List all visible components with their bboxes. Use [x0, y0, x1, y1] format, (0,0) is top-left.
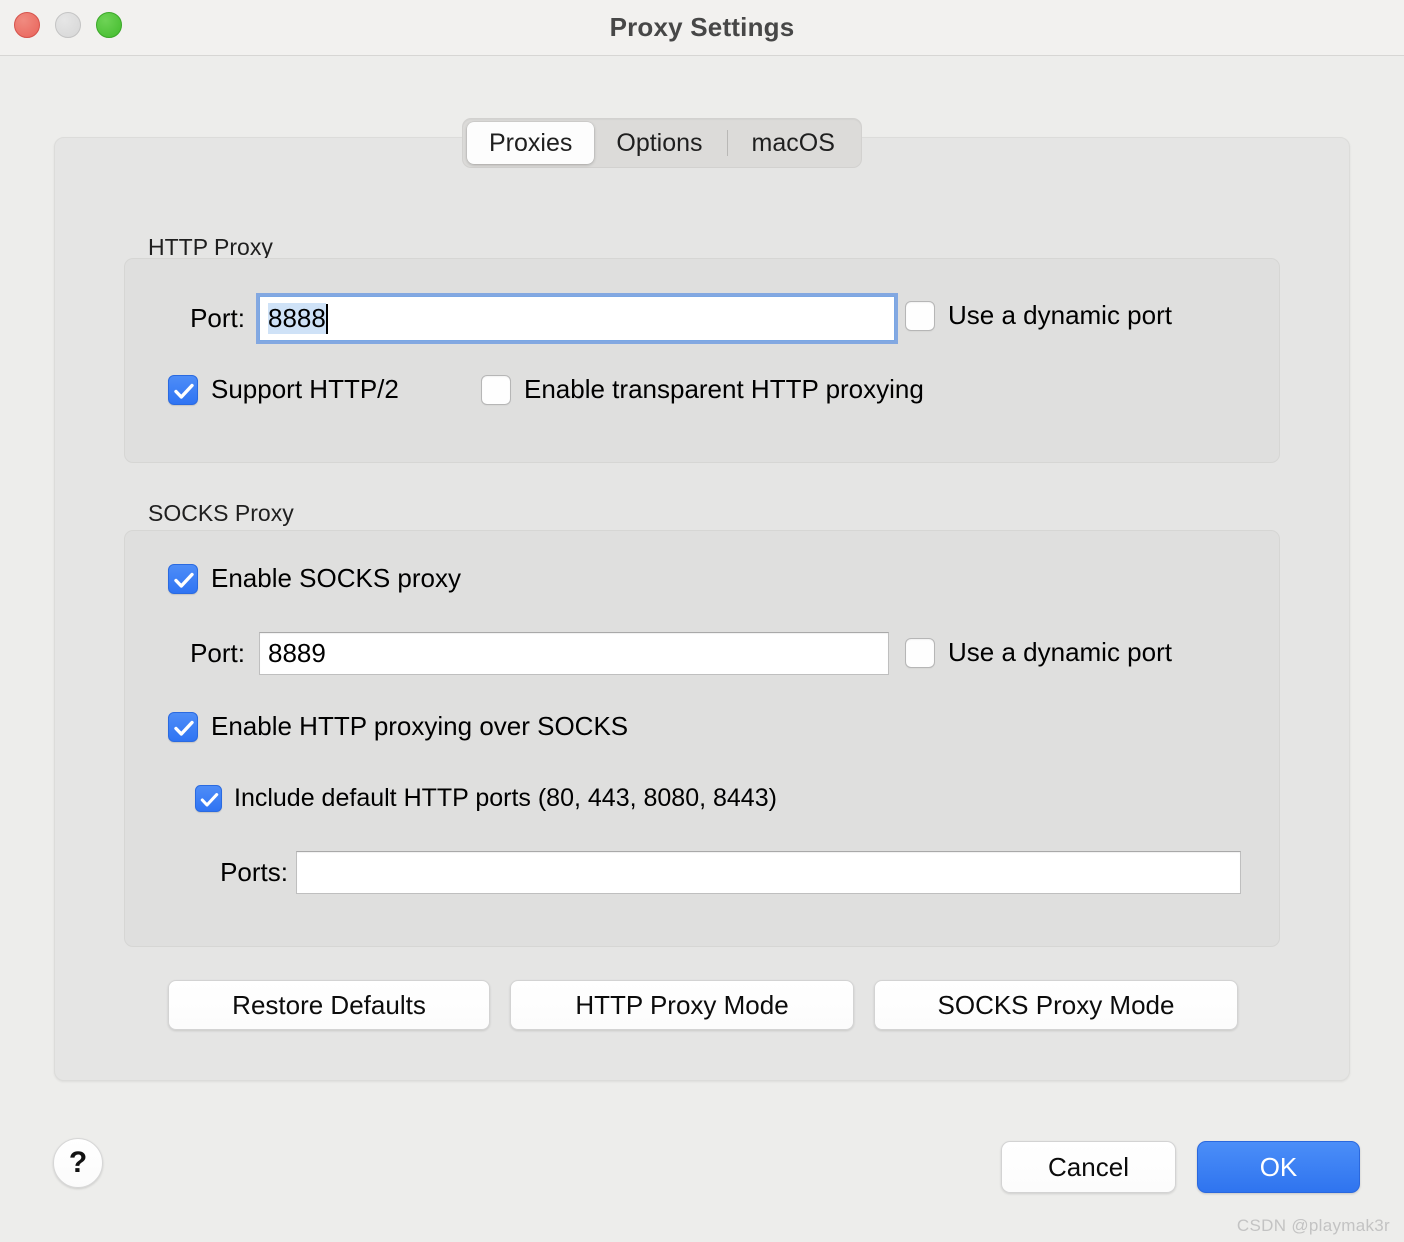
enable-socks-checkbox-row[interactable]: Enable SOCKS proxy	[168, 563, 461, 594]
http-over-socks-checkbox-row[interactable]: Enable HTTP proxying over SOCKS	[168, 711, 628, 742]
socks-dynamic-port-checkbox-row[interactable]: Use a dynamic port	[905, 637, 1172, 668]
socks-port-value: 8889	[268, 638, 326, 668]
http-over-socks-label: Enable HTTP proxying over SOCKS	[211, 711, 629, 741]
http-dynamic-port-label: Use a dynamic port	[948, 300, 1172, 330]
tab-separator	[726, 130, 728, 156]
enable-socks-checkbox[interactable]	[168, 563, 198, 594]
socks-ports-label: Ports:	[220, 857, 288, 887]
text-caret	[325, 303, 328, 334]
socks-proxy-group-label: SOCKS Proxy	[148, 500, 294, 526]
tab-options[interactable]: Options	[594, 122, 724, 164]
transparent-http-label: Enable transparent HTTP proxying	[524, 374, 924, 404]
checkmark-icon	[174, 572, 194, 588]
close-window-button[interactable]	[14, 12, 40, 38]
http-proxy-group-box	[124, 258, 1280, 463]
window-titlebar: Proxy Settings	[0, 0, 1404, 56]
http-port-label: Port:	[190, 303, 245, 333]
restore-defaults-button[interactable]: Restore Defaults	[168, 980, 490, 1030]
socks-port-label: Port:	[190, 638, 245, 668]
tab-segmented-control: Proxies Options macOS	[462, 118, 862, 168]
tab-proxies[interactable]: Proxies	[467, 122, 595, 164]
http-over-socks-checkbox[interactable]	[168, 711, 198, 742]
http-port-row: Port: 8888	[163, 296, 895, 341]
include-default-ports-checkbox-row[interactable]: Include default HTTP ports (80, 443, 808…	[195, 784, 777, 813]
http-port-input[interactable]: 8888	[259, 296, 895, 341]
transparent-http-checkbox[interactable]	[481, 374, 511, 405]
checkmark-icon	[174, 720, 194, 736]
window-title: Proxy Settings	[609, 12, 795, 42]
ok-button[interactable]: OK	[1197, 1141, 1360, 1193]
http-proxy-mode-button[interactable]: HTTP Proxy Mode	[510, 980, 854, 1030]
support-http2-checkbox[interactable]	[168, 374, 198, 405]
include-default-ports-label: Include default HTTP ports (80, 443, 808…	[234, 784, 777, 812]
enable-socks-label: Enable SOCKS proxy	[211, 563, 462, 593]
socks-port-row: Port: 8889	[163, 632, 889, 675]
include-default-ports-checkbox[interactable]	[195, 785, 222, 812]
socks-port-input[interactable]: 8889	[259, 632, 889, 675]
traffic-light-group	[14, 12, 122, 38]
minimize-window-button[interactable]	[55, 12, 81, 38]
cancel-button[interactable]: Cancel	[1001, 1141, 1176, 1193]
transparent-http-checkbox-row[interactable]: Enable transparent HTTP proxying	[481, 374, 924, 405]
support-http2-checkbox-row[interactable]: Support HTTP/2	[168, 374, 399, 405]
http-dynamic-port-checkbox[interactable]	[905, 300, 935, 331]
socks-ports-input[interactable]	[296, 851, 1241, 894]
socks-proxy-mode-button[interactable]: SOCKS Proxy Mode	[874, 980, 1238, 1030]
tab-macos[interactable]: macOS	[730, 122, 857, 164]
socks-ports-row: Ports:	[188, 851, 1241, 894]
checkmark-icon	[200, 793, 219, 807]
maximize-window-button[interactable]	[96, 12, 122, 38]
support-http2-label: Support HTTP/2	[211, 374, 399, 404]
help-button[interactable]: ?	[53, 1138, 103, 1188]
checkmark-icon	[174, 383, 194, 399]
socks-dynamic-port-checkbox[interactable]	[905, 637, 935, 668]
socks-dynamic-port-label: Use a dynamic port	[948, 637, 1172, 667]
http-dynamic-port-checkbox-row[interactable]: Use a dynamic port	[905, 300, 1172, 331]
http-proxy-group-label: HTTP Proxy	[148, 234, 273, 260]
http-port-value: 8888	[268, 303, 326, 334]
watermark-text: CSDN @playmak3r	[1236, 1216, 1390, 1235]
